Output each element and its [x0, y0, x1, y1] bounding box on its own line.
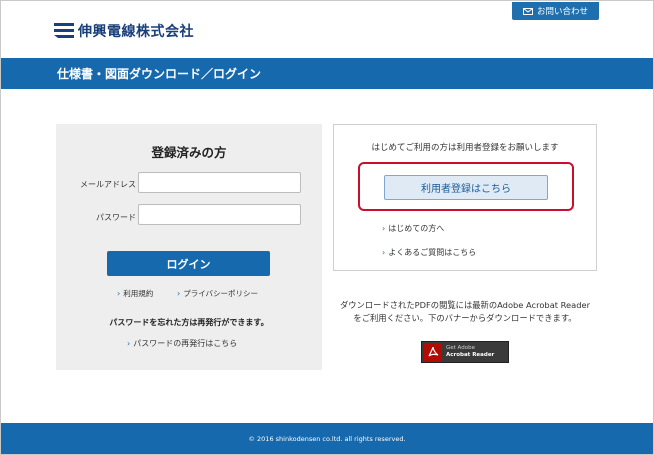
adobe-banner-line1: Get Adobe [446, 345, 475, 351]
mail-icon [522, 7, 533, 15]
privacy-link[interactable]: › プライバシーポリシー [177, 288, 258, 299]
adobe-pdf-icon [424, 343, 442, 361]
page-title-bar: 仕様書・図面ダウンロード／ログイン [1, 58, 653, 89]
adobe-reader-banner[interactable]: Get Adobe Acrobat Reader [421, 341, 509, 363]
email-field[interactable] [138, 172, 301, 193]
adobe-banner-text: Get Adobe Acrobat Reader [446, 345, 494, 359]
reissue-link-label: パスワードの再発行はこちら [133, 339, 238, 348]
chevron-right-icon: › [117, 289, 121, 298]
password-label: パスワード [96, 213, 136, 222]
copyright-text: © 2016 shinkodensen co.ltd. all rights r… [248, 434, 406, 443]
faq-link-label: よくあるご質問はこちら [388, 248, 477, 257]
register-intro: はじめてご利用の方は利用者登録をお願いします [371, 143, 559, 153]
acrobat-swirl-icon [428, 346, 439, 357]
chevron-right-icon: › [382, 224, 386, 233]
page-title: 仕様書・図面ダウンロード／ログイン [57, 67, 262, 81]
login-heading: 登録済みの方 [151, 145, 227, 160]
download-note-line1: ダウンロードされたPDFの閲覧には最新のAdobe Acrobat Reader [339, 300, 591, 310]
register-button[interactable]: 利用者登録はこちら [384, 175, 548, 200]
logo-mark-icon [54, 23, 74, 38]
download-note: ダウンロードされたPDFの閲覧には最新のAdobe Acrobat Reader… [333, 299, 597, 325]
first-time-link-label: はじめての方へ [388, 224, 445, 233]
login-button[interactable]: ログイン [107, 251, 270, 276]
password-field[interactable] [138, 204, 301, 225]
faq-link[interactable]: › よくあるご質問はこちら [382, 247, 476, 258]
contact-button[interactable]: お問い合わせ [512, 2, 599, 20]
email-label: メールアドレス [80, 180, 136, 189]
footer: © 2016 shinkodensen co.ltd. all rights r… [1, 423, 653, 454]
login-panel: 登録済みの方 メールアドレス パスワード ログイン › 利用規約 › プライバシーポ… [56, 124, 322, 370]
adobe-banner-line2: Acrobat Reader [446, 352, 495, 358]
chevron-right-icon: › [177, 289, 181, 298]
chevron-right-icon: › [127, 339, 131, 348]
privacy-link-label: プライバシーポリシー [183, 289, 259, 298]
logo-text: 伸興電線株式会社 [78, 24, 194, 40]
first-time-link[interactable]: › はじめての方へ [382, 223, 444, 234]
forgot-password-text: パスワードを忘れた方は再発行ができます。 [109, 318, 269, 327]
terms-link-label: 利用規約 [123, 289, 154, 298]
terms-link[interactable]: › 利用規約 [117, 288, 153, 299]
register-panel: はじめてご利用の方は利用者登録をお願いします 利用者登録はこちら › はじめての方… [333, 124, 597, 271]
chevron-right-icon: › [382, 248, 386, 257]
reissue-password-link[interactable]: › パスワードの再発行はこちら [127, 338, 237, 349]
contact-label: お問い合わせ [536, 7, 588, 17]
company-logo[interactable]: 伸興電線株式会社 [54, 20, 194, 42]
download-note-line2: をご利用ください。下のバナーからダウンロードできます。 [353, 313, 577, 323]
